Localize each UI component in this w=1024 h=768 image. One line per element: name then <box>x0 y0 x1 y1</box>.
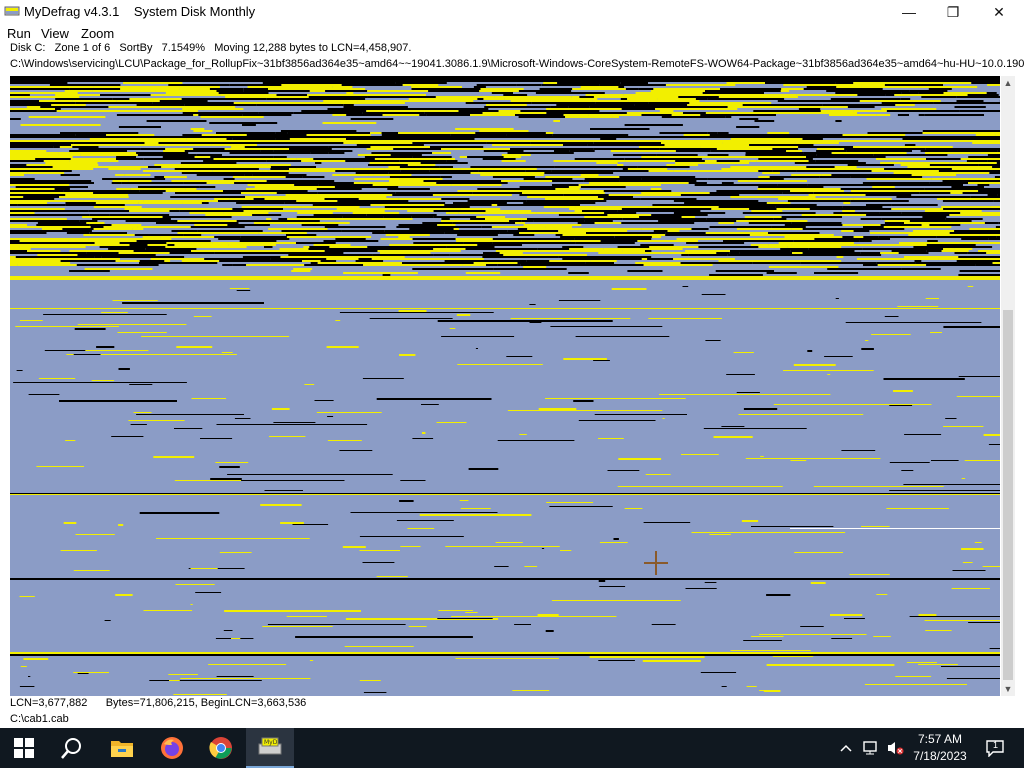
show-hidden-icons-button[interactable] <box>836 728 856 768</box>
scrollbar-thumb[interactable] <box>1003 310 1013 680</box>
file-explorer-icon <box>111 741 133 757</box>
menu-bar: Run View Zoom <box>0 24 1024 42</box>
taskbar-chrome[interactable] <box>197 728 245 768</box>
action-center-button[interactable]: 1 <box>980 728 1010 768</box>
search-icon <box>61 738 81 759</box>
scroll-down-icon[interactable]: ▼ <box>1001 682 1015 696</box>
chrome-icon <box>209 737 232 759</box>
menu-view[interactable]: View <box>41 26 69 41</box>
taskbar: MyD 7:57 AM 7/18/2023 1 <box>0 728 1024 768</box>
minimize-button[interactable]: — <box>886 0 932 24</box>
maximize-button[interactable]: ❐ <box>930 0 976 24</box>
progress-status: Disk C: Zone 1 of 6 SortBy 7.1549% Movin… <box>10 42 1020 56</box>
title-bar: MyDefrag v4.3.1 System Disk Monthly — ❐ … <box>0 0 1024 24</box>
menu-run[interactable]: Run <box>7 26 31 41</box>
chevron-up-icon <box>840 744 852 752</box>
clock-time: 7:57 AM <box>917 732 963 746</box>
mydefrag-icon: MyD <box>258 737 282 755</box>
svg-text:MyD: MyD <box>264 739 278 746</box>
mydefrag-app-icon <box>4 6 20 16</box>
crosshair-cursor-icon <box>644 551 668 575</box>
taskbar-clock[interactable]: 7:57 AM 7/18/2023 <box>900 731 980 765</box>
taskbar-file-explorer[interactable] <box>98 728 146 768</box>
menu-zoom[interactable]: Zoom <box>81 26 114 41</box>
cluster-info: LCN=3,677,882 Bytes=71,806,215, BeginLCN… <box>10 697 307 709</box>
taskbar-mydefrag[interactable]: MyD <box>246 728 294 768</box>
windows-start-icon <box>14 738 34 758</box>
close-button[interactable]: ✕ <box>976 0 1022 24</box>
taskbar-firefox[interactable] <box>148 728 196 768</box>
firefox-icon <box>161 737 183 759</box>
clock-date: 7/18/2023 <box>913 749 967 763</box>
search-button[interactable] <box>48 728 96 768</box>
network-status[interactable] <box>860 728 882 768</box>
file-name: C:\cab1.cab <box>10 713 69 725</box>
vertical-scrollbar[interactable]: ▲ ▼ <box>1001 76 1015 696</box>
disk-map[interactable] <box>10 76 1000 696</box>
disk-map-canvas <box>10 76 1000 695</box>
window-title: MyDefrag v4.3.1 System Disk Monthly <box>24 4 256 19</box>
scroll-up-icon[interactable]: ▲ <box>1001 76 1015 90</box>
start-button[interactable] <box>0 728 48 768</box>
network-icon <box>863 741 877 755</box>
current-file-path: C:\Windows\servicing\LCU\Package_for_Rol… <box>10 58 1024 72</box>
notification-count: 1 <box>993 740 999 750</box>
